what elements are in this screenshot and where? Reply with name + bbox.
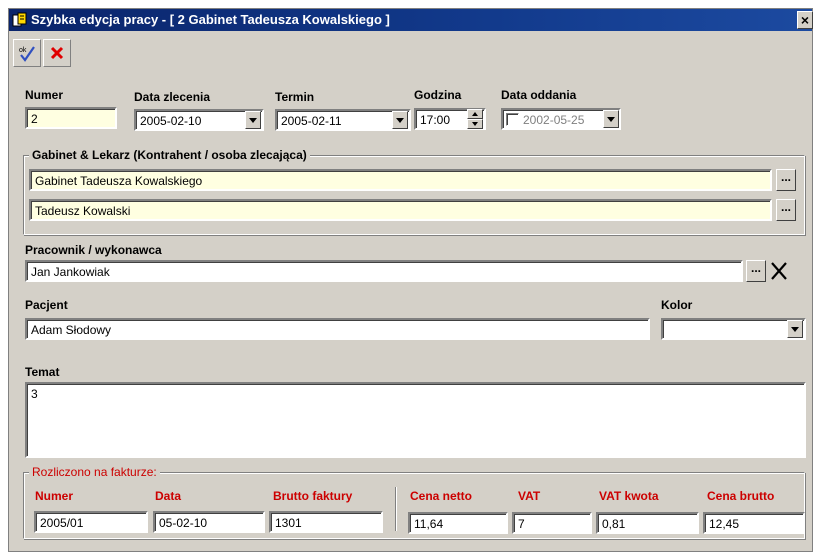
color-dropdown-button[interactable] xyxy=(787,320,803,338)
clinic-group-title: Gabinet & Lekarz (Kontrahent / osoba zle… xyxy=(29,148,310,162)
clinic-groupbox xyxy=(23,155,805,235)
window-close-button[interactable]: × xyxy=(797,11,813,29)
vat-label: VAT xyxy=(518,489,541,503)
return-date-checkbox[interactable] xyxy=(506,113,519,126)
topic-label: Temat xyxy=(25,365,60,379)
topic-textarea[interactable]: 3 xyxy=(25,382,806,458)
deadline-dropdown-button[interactable] xyxy=(392,111,408,129)
cancel-button[interactable] xyxy=(43,39,71,67)
gross-price-label: Cena brutto xyxy=(707,489,775,503)
number-label: Numer xyxy=(25,88,64,102)
color-select[interactable] xyxy=(661,318,806,340)
vat-field[interactable]: 7 xyxy=(512,512,592,534)
spin-down-icon[interactable] xyxy=(467,119,483,129)
worker-field[interactable]: Jan Jankowiak xyxy=(25,260,743,282)
gross-invoice-label: Brutto faktury xyxy=(273,489,353,503)
title-bar: Szybka edycja pracy - [ 2 Gabinet Tadeus… xyxy=(9,9,813,31)
svg-text:ok: ok xyxy=(19,47,27,54)
gross-invoice-field[interactable]: 1301 xyxy=(269,511,383,533)
invoice-date-label: Data xyxy=(155,489,182,503)
vat-amount-label: VAT kwota xyxy=(599,489,659,503)
invoice-date-field[interactable]: 05-02-10 xyxy=(153,511,265,533)
return-date-dropdown-button[interactable] xyxy=(603,110,619,128)
invoice-separator xyxy=(395,487,397,531)
deadline-date-picker[interactable]: 2005-02-11 xyxy=(275,109,411,131)
patient-label: Pacjent xyxy=(25,298,68,312)
app-icon xyxy=(12,12,27,27)
red-x-icon xyxy=(50,46,64,60)
order-date-label: Data zlecenia xyxy=(134,90,211,104)
ok-button[interactable]: ok xyxy=(13,39,41,67)
clinic-browse-button[interactable]: ... xyxy=(776,169,796,191)
spin-up-icon[interactable] xyxy=(467,109,483,119)
worker-clear-icon[interactable] xyxy=(769,260,789,282)
return-date-label: Data oddania xyxy=(501,88,577,102)
net-price-field[interactable]: 11,64 xyxy=(408,512,508,534)
clinic-field[interactable]: Gabinet Tadeusza Kowalskiego xyxy=(29,169,772,191)
color-label: Kolor xyxy=(661,298,693,312)
deadline-label: Termin xyxy=(275,90,315,104)
hour-spinner[interactable] xyxy=(467,109,483,129)
hour-label: Godzina xyxy=(414,88,462,102)
worker-browse-button[interactable]: ... xyxy=(746,260,766,282)
vat-amount-field[interactable]: 0,81 xyxy=(596,512,699,534)
gross-price-field[interactable]: 12,45 xyxy=(703,512,805,534)
invoice-number-label: Numer xyxy=(35,489,74,503)
invoice-group-title: Rozliczono na fakturze: xyxy=(29,465,160,479)
invoice-number-field[interactable]: 2005/01 xyxy=(34,511,148,533)
worker-label: Pracownik / wykonawca xyxy=(25,243,162,257)
order-date-dropdown-button[interactable] xyxy=(245,111,261,129)
net-price-label: Cena netto xyxy=(410,489,473,503)
number-field[interactable]: 2 xyxy=(25,107,117,129)
doctor-field[interactable]: Tadeusz Kowalski xyxy=(29,199,772,221)
dialog-window: Szybka edycja pracy - [ 2 Gabinet Tadeus… xyxy=(8,8,813,552)
ok-check-icon: ok xyxy=(19,46,35,62)
patient-field[interactable]: Adam Słodowy xyxy=(25,318,650,340)
window-title: Szybka edycja pracy - [ 2 Gabinet Tadeus… xyxy=(31,12,390,27)
doctor-browse-button[interactable]: ... xyxy=(776,199,796,221)
